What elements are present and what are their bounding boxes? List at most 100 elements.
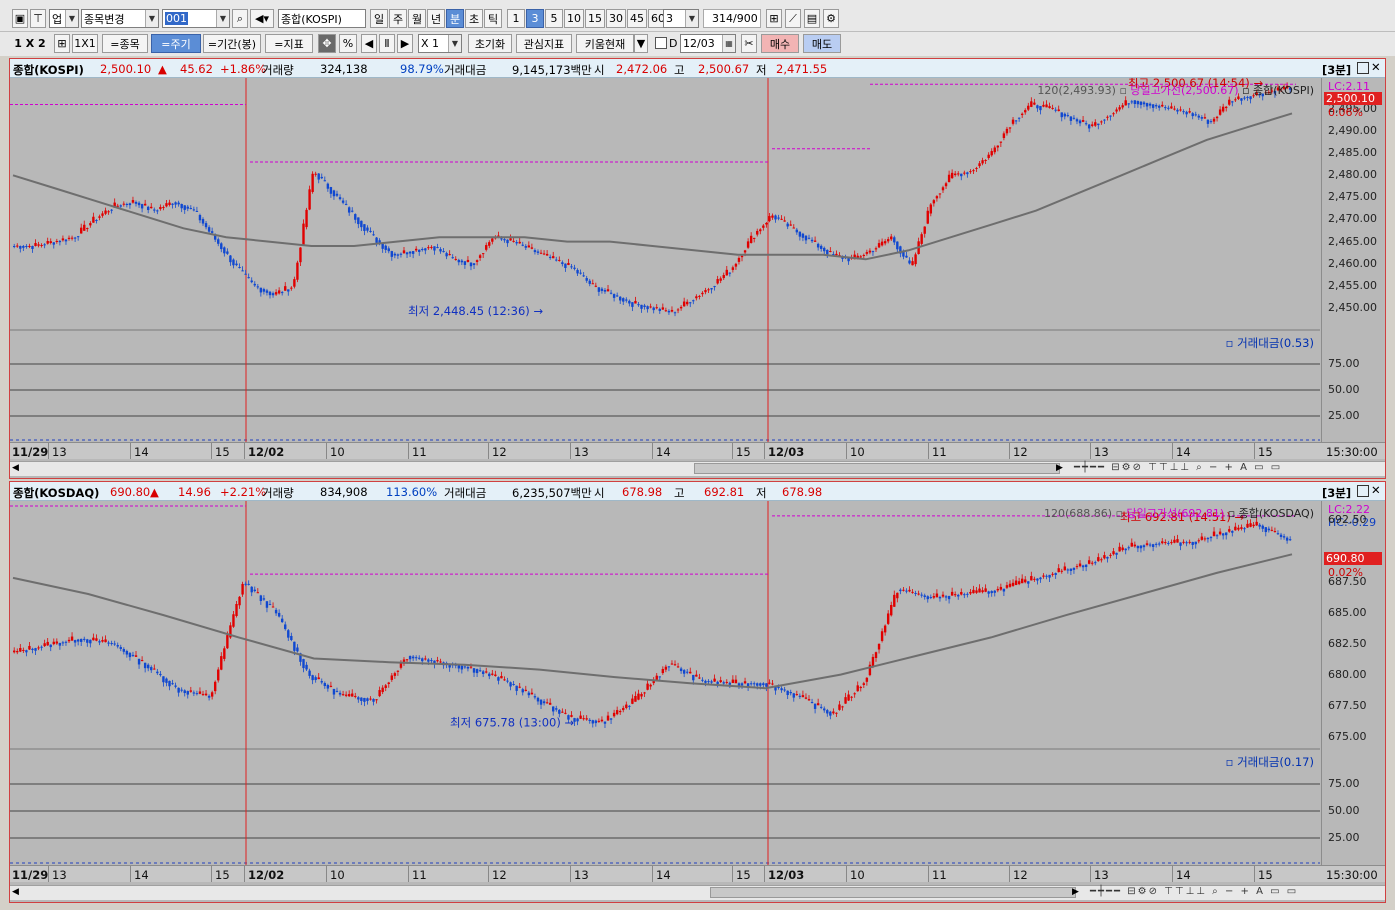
interval-input[interactable]: 3 ▼ [663,9,699,28]
kiwoom-now-button[interactable]: 키움현재 [576,34,634,53]
candle [777,686,780,688]
candle [1075,119,1079,122]
period-tab[interactable]: 틱 [484,9,502,28]
scale-selector[interactable]: X 1 ▼ [418,34,462,53]
x-tick-mark [1009,443,1010,459]
code-input[interactable]: 001 ▼ [162,9,230,28]
kospi-header: 종합(KOSPI) 2,500.10 ▲ 45.62 +1.86% 거래량 32… [10,59,1385,78]
candle [37,647,40,649]
change-symbol-dropdown[interactable]: 종목변경 ▼ [81,9,159,28]
period-tab[interactable]: 년 [427,9,445,28]
percent-icon[interactable]: % [339,34,357,53]
period-tab[interactable]: 일 [370,9,388,28]
sync-range-button[interactable]: =기간(봉) [203,34,261,53]
interval-tab[interactable]: 1 [507,9,525,28]
interval-tab[interactable]: 5 [545,9,563,28]
candle [756,683,759,686]
candle [390,675,394,680]
interval-tab[interactable]: 45 [627,9,647,28]
layout-grid-icon[interactable]: ⊞ [54,34,70,53]
date-input[interactable]: 12/03 ▦ [680,34,736,53]
interval-tab[interactable]: 10 [564,9,584,28]
kospi-chart-panel: 종합(KOSPI) 2,500.10 ▲ 45.62 +1.86% 거래량 32… [9,58,1386,479]
move-icon[interactable]: ✥ [318,34,336,53]
candle [107,211,110,213]
scroll-left-icon[interactable]: ◀ [12,463,19,473]
chevron-down-icon[interactable]: ▼ [634,34,648,53]
scissors-icon[interactable]: ✂ [741,34,757,53]
chevron-down-icon: ▼ [216,10,229,27]
high-label: 고 [674,63,685,77]
search-icon[interactable]: ⌕ [232,9,248,28]
grid-icon[interactable]: ⊞ [766,9,782,28]
candle [1020,113,1024,116]
candle [354,695,357,697]
x-tick-mark [928,443,929,459]
candle [576,718,579,722]
scroll-left-icon[interactable]: ◀ [12,887,19,897]
candle [43,643,46,647]
buy-button[interactable]: 매수 [761,34,799,53]
count-field[interactable]: 314/900 [703,9,761,28]
candle [1017,117,1021,119]
candle [1081,565,1085,568]
period-tab[interactable]: 초 [465,9,483,28]
pause-icon[interactable]: Ⅱ [379,34,395,53]
candle [865,252,869,254]
legend-part: ▫ 종합(KOSPI) [1239,84,1314,97]
speaker-icon[interactable]: ◀▾ [250,9,274,28]
candle [929,597,933,599]
sync-symbol-button[interactable]: =종목 [102,34,148,53]
market-selector[interactable]: 업 ▼ [49,9,79,28]
reset-button[interactable]: 초기화 [468,34,512,53]
scroll-right-icon[interactable]: ▶ [1056,463,1063,473]
maximize-icon[interactable] [1357,485,1369,497]
candle [284,286,287,291]
period-tab[interactable]: 분 [446,9,464,28]
date-checkbox[interactable] [655,37,667,49]
maximize-icon[interactable] [1357,62,1369,74]
prev-icon[interactable]: ◀ [361,34,377,53]
kospi-scrollbar[interactable]: ◀ ▶ ━┿━━ ⊟⚙⊘ ⊤⊤⊥⊥ ⌕ − + A ▭ ▭ [10,461,1385,476]
period-tab[interactable]: 주 [389,9,407,28]
kospi-price-chart[interactable]: 최저 2,448.45 (12:36) →최고 2,500.67 (14:54)… [10,78,1320,442]
close-icon[interactable]: ✕ [1371,483,1381,497]
interval-tab[interactable]: 15 [585,9,605,28]
scroll-thumb[interactable] [710,887,1076,898]
window-icon[interactable]: ▣ [12,9,28,28]
candle [1124,100,1127,106]
candle [125,650,129,655]
candle [1039,577,1042,580]
trend-icon[interactable]: ⟋ [785,9,801,28]
layout-1x1-button[interactable]: 1X1 [72,34,98,53]
candle [323,180,327,182]
interval-tab[interactable]: 30 [606,9,626,28]
scroll-right-icon[interactable]: ▶ [1072,887,1079,897]
layout-label[interactable]: 1 X 2 [10,34,50,53]
kosdaq-header: 종합(KOSDAQ) 690.80 ▲ 14.96 +2.21% 거래량 834… [10,482,1385,501]
candle [436,247,439,249]
candle [695,296,698,299]
zoom-tools[interactable]: ━┿━━ ⊟⚙⊘ ⊤⊤⊥⊥ ⌕ − + A ▭ ▭ [1090,886,1298,897]
candle [1182,541,1185,543]
save-icon[interactable]: ▤ [804,9,820,28]
interval-tab[interactable]: 3 [526,9,544,28]
gear-icon[interactable]: ⚙ [823,9,839,28]
sync-period-button[interactable]: =주기 [151,34,201,53]
pin-icon[interactable]: ⊤ [30,9,46,28]
next-icon[interactable]: ▶ [397,34,413,53]
candle [710,681,713,683]
zoom-tools[interactable]: ━┿━━ ⊟⚙⊘ ⊤⊤⊥⊥ ⌕ − + A ▭ ▭ [1074,462,1282,473]
close-icon[interactable]: ✕ [1371,60,1381,74]
watch-indicator-button[interactable]: 관심지표 [516,34,572,53]
candle [676,666,680,668]
volume-value: 834,908 [320,485,368,499]
kosdaq-price-chart[interactable]: 최저 675.78 (13:00) →최고 692.81 (14:51) →12… [10,501,1320,865]
candle [421,658,424,662]
sync-indicator-button[interactable]: =지표 [265,34,313,53]
scroll-thumb[interactable] [694,463,1060,474]
x-tick-label: 14 [134,445,149,459]
kosdaq-scrollbar[interactable]: ◀ ▶ ━┿━━ ⊟⚙⊘ ⊤⊤⊥⊥ ⌕ − + A ▭ ▭ [10,885,1385,900]
sell-button[interactable]: 매도 [803,34,841,53]
period-tab[interactable]: 월 [408,9,426,28]
